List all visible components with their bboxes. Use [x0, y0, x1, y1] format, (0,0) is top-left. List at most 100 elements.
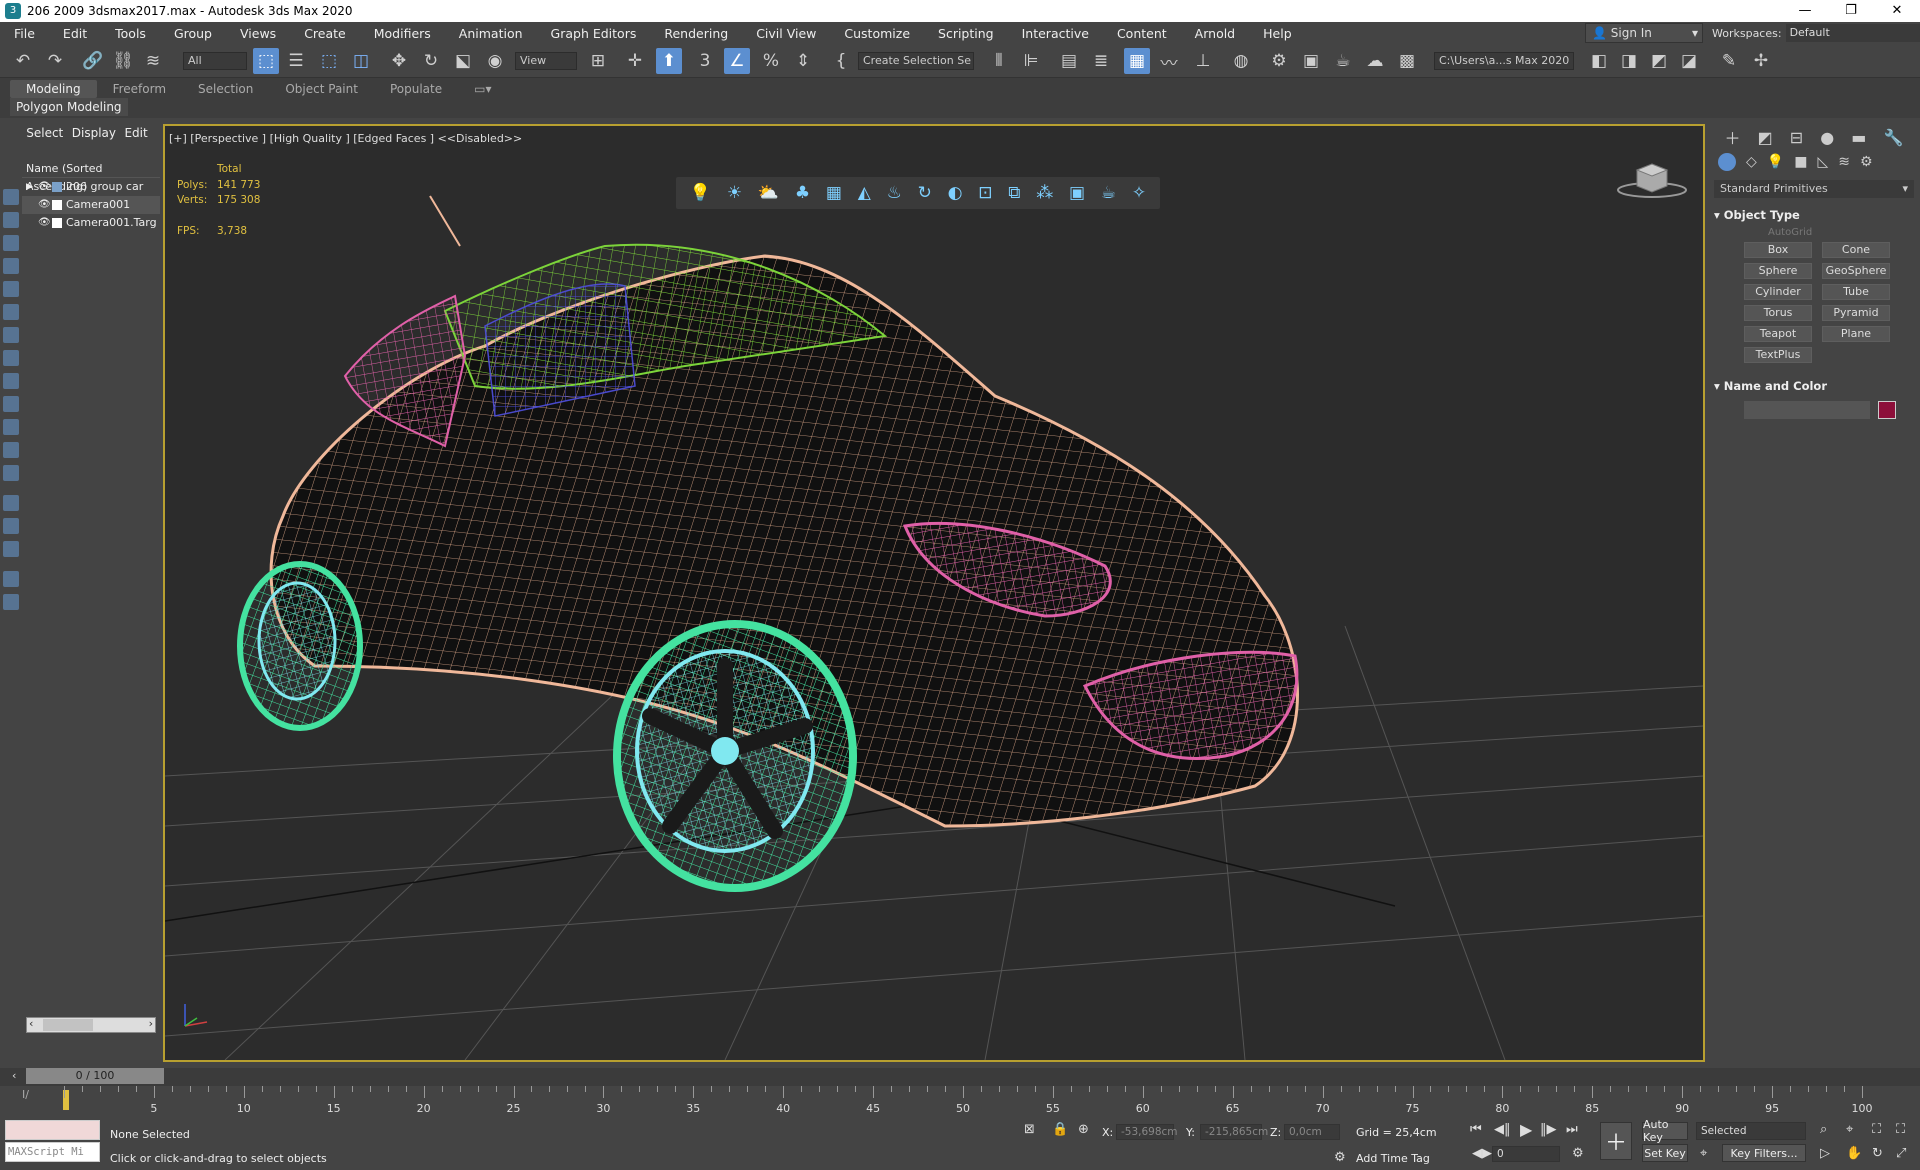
scroll-left-icon[interactable]: ‹ [29, 1017, 33, 1030]
selection-filter-dropdown[interactable]: All [183, 52, 247, 70]
torus-button[interactable]: Torus [1744, 305, 1812, 321]
close-button[interactable]: ✕ [1874, 0, 1920, 22]
display-bones-icon[interactable] [3, 396, 19, 412]
display-helpers-icon[interactable] [3, 304, 19, 320]
material-editor-icon[interactable]: ◍ [1228, 48, 1254, 74]
scrollbar-thumb[interactable] [43, 1019, 93, 1031]
percent-snap-icon[interactable]: % [758, 48, 784, 74]
particles-icon[interactable]: ⁂ [1036, 183, 1053, 203]
frame-icon[interactable]: ▣ [1069, 183, 1085, 203]
redo-icon[interactable]: ↷ [42, 48, 68, 74]
set-key-button[interactable]: ＋ [1600, 1122, 1632, 1160]
menu-customize[interactable]: Customize [830, 26, 924, 41]
snap-tool-icon[interactable]: ✢ [1748, 48, 1774, 74]
curve-editor-mini-icon[interactable]: I∕ [22, 1088, 29, 1101]
zoom-extents-all-icon[interactable]: ⛶ [1896, 1122, 1905, 1137]
maxscript-listener-output[interactable] [5, 1120, 100, 1140]
rotate-view-icon[interactable]: ↻ [918, 183, 932, 203]
filter-icon[interactable] [3, 594, 19, 610]
bind-space-warp-icon[interactable]: ≋ [140, 48, 166, 74]
mirror-icon[interactable]: ⫴ [986, 48, 1012, 74]
display-xrefs-icon[interactable] [3, 373, 19, 389]
rotate-icon[interactable]: ↻ [418, 48, 444, 74]
lock-icon[interactable]: 🔒 [1052, 1122, 1068, 1137]
menu-create[interactable]: Create [290, 26, 360, 41]
display-geometry-icon[interactable] [3, 212, 19, 228]
select-object-icon[interactable]: ⬚ [253, 48, 279, 74]
key-selection-dropdown[interactable]: Selected [1696, 1122, 1806, 1140]
space-warps-icon[interactable]: ≋ [1838, 154, 1850, 170]
display-none-icon[interactable] [3, 189, 19, 205]
viewcube-icon[interactable] [1615, 160, 1689, 200]
viewcube[interactable] [1615, 160, 1689, 203]
keyboard-shortcut-override-icon[interactable]: ⬆ [656, 48, 682, 74]
time-config-icon[interactable]: ⚙ [1572, 1146, 1584, 1161]
absolute-mode-icon[interactable]: ⊕ [1078, 1122, 1089, 1137]
minimize-button[interactable]: — [1782, 0, 1828, 22]
tab-modeling[interactable]: Modeling [10, 80, 97, 98]
scene-explorer-column-header[interactable]: Name (Sorted Ascending) [22, 160, 160, 193]
display-groups-icon[interactable] [3, 350, 19, 366]
time-tag-icon[interactable]: ⚙ [1334, 1150, 1346, 1165]
menu-graph-editors[interactable]: Graph Editors [537, 26, 651, 41]
snaps-toggle-icon[interactable]: 3 [692, 48, 718, 74]
project-path-dropdown[interactable]: C:\Users\a...s Max 2020 [1434, 52, 1574, 70]
geometry-icon[interactable] [1718, 153, 1736, 171]
display-cameras-icon[interactable] [3, 281, 19, 297]
tab-populate[interactable]: Populate [374, 80, 458, 98]
x-coordinate-field[interactable]: -53,698cm [1116, 1124, 1178, 1140]
pyramid-button[interactable]: Pyramid [1822, 305, 1890, 321]
field-of-view-icon[interactable]: ▷ [1820, 1146, 1830, 1161]
sphere-button[interactable]: Sphere [1744, 263, 1812, 279]
isolate-icon[interactable]: ⊠ [1024, 1122, 1035, 1137]
autogrid-checkbox[interactable]: AutoGrid [1714, 224, 1914, 242]
sign-in-button[interactable]: 👤 Sign In ▾ [1585, 23, 1703, 43]
menu-modifiers[interactable]: Modifiers [360, 26, 445, 41]
undo-icon[interactable]: ↶ [10, 48, 36, 74]
named-selection-dropdown[interactable]: Create Selection Se [858, 52, 974, 70]
motion-tab-icon[interactable]: ● [1820, 128, 1834, 147]
play-icon[interactable]: ▶ [1520, 1120, 1532, 1139]
render-setup-icon[interactable]: ⚙ [1266, 48, 1292, 74]
menu-file[interactable]: File [0, 26, 49, 41]
go-to-start-icon[interactable]: ⏮ [1470, 1122, 1482, 1137]
cone-button[interactable]: Cone [1822, 242, 1890, 258]
cylinder-button[interactable]: Cylinder [1744, 284, 1812, 300]
sky-icon[interactable]: ⛅ [758, 183, 779, 203]
set-key-mode-button[interactable]: Set Key [1642, 1144, 1688, 1162]
auto-key-button[interactable]: Auto Key [1642, 1118, 1688, 1144]
time-prev-icon[interactable]: ‹ [12, 1069, 16, 1082]
cameras-icon[interactable]: ■ [1794, 154, 1807, 170]
angle-snap-icon[interactable]: ∠ [724, 48, 750, 74]
pan-icon[interactable]: ✋ [1846, 1146, 1862, 1161]
sun-icon[interactable]: ☀ [727, 183, 742, 203]
display-space-warps-icon[interactable] [3, 327, 19, 343]
light-bulb-icon[interactable]: 💡 [690, 183, 711, 203]
ribbon-toggle-icon[interactable]: ▦ [1124, 48, 1150, 74]
display-shapes-icon[interactable] [3, 235, 19, 251]
ribbon-options-icon[interactable]: ▭▾ [458, 80, 507, 98]
lights-icon[interactable]: 💡 [1767, 154, 1784, 170]
find-icon[interactable] [3, 571, 19, 587]
key-mode-icon[interactable]: ◀▶ [1472, 1146, 1492, 1161]
expand-arrow-icon[interactable]: ▶ [26, 178, 38, 196]
menu-arnold[interactable]: Arnold [1181, 26, 1249, 41]
region-icon[interactable]: ⧉ [1008, 183, 1020, 203]
textplus-button[interactable]: TextPlus [1744, 347, 1812, 363]
scroll-right-icon[interactable]: › [149, 1017, 153, 1030]
menu-interactive[interactable]: Interactive [1008, 26, 1103, 41]
move-icon[interactable]: ✥ [386, 48, 412, 74]
track-bar[interactable]: I∕ 5 10 15 20 25 30 35 40 45 50 55 60 65 70 75 80 85 90 95… [0, 1086, 1920, 1115]
align-icon[interactable]: ⊫ [1018, 48, 1044, 74]
workspace-dropdown[interactable]: Default [1785, 24, 1920, 42]
brush-tool-icon[interactable]: ✎ [1716, 48, 1742, 74]
menu-animation[interactable]: Animation [445, 26, 537, 41]
hierarchy-tab-icon[interactable]: ⊟ [1790, 128, 1803, 147]
menu-content[interactable]: Content [1103, 26, 1181, 41]
y-coordinate-field[interactable]: -215,865cm [1200, 1124, 1268, 1140]
light-icon[interactable]: ✧ [1132, 183, 1146, 203]
subtab-polygon-modeling[interactable]: Polygon Modeling [10, 98, 128, 116]
menu-help[interactable]: Help [1249, 26, 1306, 41]
scene-explorer-scrollbar[interactable]: ‹ › [26, 1017, 156, 1033]
select-by-name-icon[interactable]: ☰ [283, 48, 309, 74]
